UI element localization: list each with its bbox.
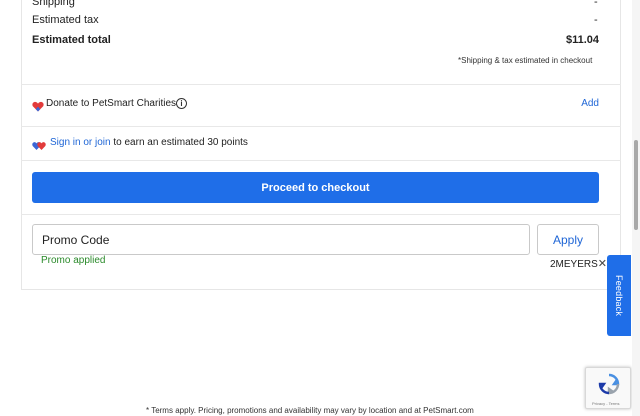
heart-icon bbox=[32, 99, 44, 112]
proceed-to-checkout-button[interactable]: Proceed to checkout bbox=[32, 172, 599, 203]
shipping-value: - bbox=[594, 0, 598, 8]
divider bbox=[21, 84, 621, 85]
sign-in-join-link[interactable]: Sign in or join bbox=[50, 137, 111, 148]
rewards-points-text: to earn an estimated 30 points bbox=[110, 137, 248, 148]
recaptcha-text: Privacy - Terms bbox=[592, 401, 620, 406]
applied-promo-code: 2MEYERS✕ bbox=[550, 257, 607, 270]
total-label: Estimated total bbox=[32, 34, 111, 46]
footer-disclaimer: * Terms apply. Pricing, promotions and a… bbox=[146, 406, 474, 415]
tax-value: - bbox=[594, 14, 598, 26]
close-icon[interactable]: ✕ bbox=[598, 258, 607, 270]
feedback-tab[interactable]: Feedback bbox=[607, 255, 631, 336]
hearts-icon bbox=[32, 138, 46, 150]
divider bbox=[21, 160, 621, 161]
scrollbar-thumb[interactable] bbox=[634, 140, 638, 230]
shipping-tax-footnote: *Shipping & tax estimated in checkout bbox=[458, 56, 593, 65]
promo-applied-status: Promo applied bbox=[41, 255, 106, 266]
recaptcha-icon bbox=[598, 373, 620, 395]
promo-code-text: 2MEYERS bbox=[550, 259, 598, 270]
info-icon[interactable]: i bbox=[176, 98, 187, 109]
donate-label: Donate to PetSmart Charities bbox=[46, 98, 177, 109]
page-scrollbar[interactable] bbox=[632, 0, 640, 416]
total-value: $11.04 bbox=[566, 34, 600, 46]
divider bbox=[21, 214, 621, 215]
tax-label: Estimated tax bbox=[32, 14, 99, 26]
rewards-text: Sign in or join to earn an estimated 30 … bbox=[50, 137, 248, 148]
shipping-label: Shipping bbox=[32, 0, 75, 8]
divider bbox=[21, 126, 621, 127]
feedback-label: Feedback bbox=[614, 274, 624, 317]
rewards-row: Sign in or join to earn an estimated 30 … bbox=[32, 137, 599, 151]
donate-row: Donate to PetSmart Charities i Add bbox=[32, 97, 599, 113]
apply-promo-button[interactable]: Apply bbox=[537, 224, 599, 255]
recaptcha-badge[interactable]: Privacy - Terms bbox=[585, 367, 631, 409]
promo-code-input[interactable]: Promo Code bbox=[32, 224, 530, 255]
donate-add-link[interactable]: Add bbox=[581, 98, 599, 109]
